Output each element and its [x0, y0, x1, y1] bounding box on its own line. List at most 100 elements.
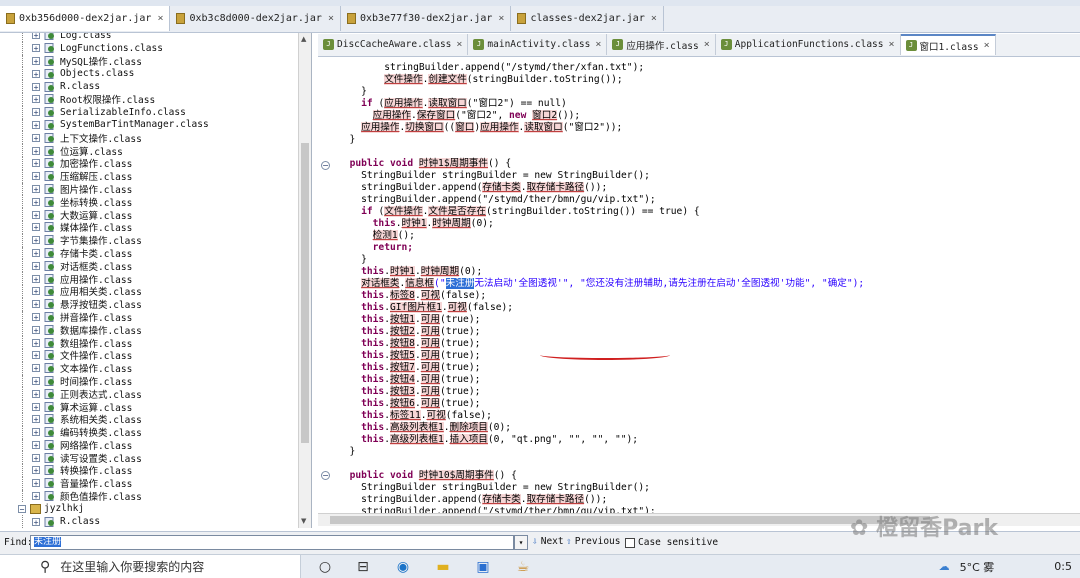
expand-icon[interactable]: + — [32, 223, 40, 232]
tree-item[interactable]: + LogFunctions.class — [0, 41, 298, 55]
tree-item[interactable]: + 加密操作.class — [0, 156, 298, 170]
expand-icon[interactable]: + — [32, 287, 40, 296]
tree-item[interactable]: + 大数运算.class — [0, 208, 298, 222]
fold-icon[interactable]: − — [321, 161, 330, 170]
tree-item[interactable]: + MySQL操作.class — [0, 54, 298, 68]
app-icon[interactable]: ☕ — [514, 558, 532, 576]
expand-icon[interactable]: + — [32, 197, 40, 206]
case-sensitive-checkbox[interactable]: Case sensitive — [625, 537, 718, 548]
tree-vertical-scrollbar[interactable]: ▲ ▼ — [298, 33, 311, 528]
tree-item[interactable]: + 存储卡类.class — [0, 246, 298, 260]
expand-icon[interactable]: + — [32, 479, 40, 488]
scrollbar-thumb[interactable] — [330, 516, 930, 524]
expand-icon[interactable]: + — [32, 415, 40, 424]
tree-item[interactable]: + Objects.class — [0, 67, 298, 81]
tree-item[interactable]: + 系统相关类.class — [0, 412, 298, 426]
scroll-down-icon[interactable]: ▼ — [301, 517, 306, 525]
tree-item[interactable]: + 文本操作.class — [0, 361, 298, 375]
close-icon[interactable]: × — [328, 13, 334, 24]
tree-item[interactable]: + 音量操作.class — [0, 476, 298, 490]
find-previous-button[interactable]: ⇧ Previous — [566, 536, 621, 547]
expand-icon[interactable]: + — [32, 428, 40, 437]
tree-package[interactable]: − jyzlhkj — [0, 502, 298, 515]
expand-icon[interactable]: + — [32, 69, 40, 78]
tree-item[interactable]: + 字节集操作.class — [0, 233, 298, 247]
tree-item[interactable]: + 读写设置类.class — [0, 451, 298, 465]
tree-item[interactable]: + 颜色值操作.class — [0, 489, 298, 503]
expand-icon[interactable]: + — [32, 248, 40, 257]
tree-item[interactable]: + R.class — [0, 515, 298, 528]
find-input[interactable]: 未注册 — [30, 535, 514, 550]
expand-icon[interactable]: + — [32, 338, 40, 347]
close-icon[interactable]: × — [704, 39, 710, 50]
clock-text[interactable]: 0:5 — [1054, 560, 1072, 573]
checkbox-box[interactable] — [625, 537, 635, 548]
expand-icon[interactable]: + — [32, 325, 40, 334]
tree-item[interactable]: + R.class — [0, 80, 298, 93]
tree-item[interactable]: + 拼音操作.class — [0, 310, 298, 324]
expand-icon[interactable]: + — [32, 517, 40, 526]
find-history-dropdown[interactable]: ▾ — [514, 535, 528, 550]
expand-icon[interactable]: + — [32, 120, 40, 129]
jar-tab-1[interactable]: 0xb3c8d000-dex2jar.jar × — [170, 6, 341, 31]
expand-icon[interactable]: + — [32, 108, 40, 117]
tree-item[interactable]: + 算术运算.class — [0, 400, 298, 414]
tree-item[interactable]: + 编码转换类.class — [0, 425, 298, 439]
tree-item[interactable]: + 上下文操作.class — [0, 131, 298, 145]
expand-icon[interactable]: + — [32, 146, 40, 155]
collapse-icon[interactable]: − — [18, 504, 26, 513]
tree-item[interactable]: + 数据库操作.class — [0, 323, 298, 337]
taskbar-search-box[interactable]: ⚲ 在这里输入你要搜索的内容 — [0, 555, 301, 578]
tree-item[interactable]: + 文件操作.class — [0, 348, 298, 362]
expand-icon[interactable]: + — [32, 184, 40, 193]
expand-icon[interactable]: + — [32, 82, 40, 91]
tree-item[interactable]: + 坐标转换.class — [0, 195, 298, 209]
edge-browser-icon[interactable]: ◉ — [394, 558, 412, 576]
expand-icon[interactable]: + — [32, 364, 40, 373]
expand-icon[interactable]: + — [32, 261, 40, 270]
editor-tab-2[interactable]: J 应用操作.class × — [607, 34, 716, 55]
weather-text[interactable]: 5°C 雾 — [960, 559, 995, 575]
tree-item[interactable]: + 应用相关类.class — [0, 284, 298, 298]
close-icon[interactable]: × — [595, 39, 601, 50]
expand-icon[interactable]: + — [32, 56, 40, 65]
close-icon[interactable]: × — [157, 13, 163, 24]
editor-tab-0[interactable]: J DiscCacheAware.class × — [318, 34, 469, 55]
task-view-icon[interactable]: ⊟ — [354, 558, 372, 576]
expand-icon[interactable]: + — [32, 44, 40, 53]
tree-item[interactable]: + 转换操作.class — [0, 464, 298, 477]
tree-item[interactable]: + Log.class — [0, 33, 298, 42]
code-editor[interactable]: − − stringBuilder.append("/stymd/ther/xf… — [318, 57, 1080, 521]
scrollbar-thumb[interactable] — [301, 143, 309, 443]
jar-tab-2[interactable]: 0xb3e77f30-dex2jar.jar × — [341, 6, 512, 31]
expand-icon[interactable]: + — [32, 133, 40, 142]
expand-icon[interactable]: + — [32, 466, 40, 475]
expand-icon[interactable]: + — [32, 159, 40, 168]
expand-icon[interactable]: + — [32, 210, 40, 219]
cortana-icon[interactable]: ○ — [316, 558, 334, 576]
tree-item[interactable]: + 时间操作.class — [0, 374, 298, 388]
file-explorer-icon[interactable]: ▬ — [434, 558, 452, 576]
expand-icon[interactable]: + — [32, 351, 40, 360]
expand-icon[interactable]: + — [32, 492, 40, 501]
tree-item[interactable]: + 应用操作.class — [0, 272, 298, 286]
expand-icon[interactable]: + — [32, 172, 40, 181]
expand-icon[interactable]: + — [32, 389, 40, 398]
close-icon[interactable]: × — [456, 39, 462, 50]
expand-icon[interactable]: + — [32, 274, 40, 283]
tree-item[interactable]: + 压缩解压.class — [0, 169, 298, 183]
expand-icon[interactable]: + — [32, 236, 40, 245]
expand-icon[interactable]: + — [32, 440, 40, 449]
jar-tab-3[interactable]: classes-dex2jar.jar × — [511, 6, 664, 31]
tree-item[interactable]: + SystemBarTintManager.class — [0, 118, 298, 132]
tree-item[interactable]: + SerializableInfo.class — [0, 105, 298, 119]
close-icon[interactable]: × — [651, 13, 657, 24]
tree-item[interactable]: + 数组操作.class — [0, 336, 298, 350]
expand-icon[interactable]: + — [32, 300, 40, 309]
expand-icon[interactable]: + — [32, 95, 40, 104]
expand-icon[interactable]: + — [32, 453, 40, 462]
expand-icon[interactable]: + — [32, 376, 40, 385]
tree-item[interactable]: + 悬浮按钮类.class — [0, 297, 298, 311]
fold-icon[interactable]: − — [321, 471, 330, 480]
expand-icon[interactable]: + — [32, 312, 40, 321]
